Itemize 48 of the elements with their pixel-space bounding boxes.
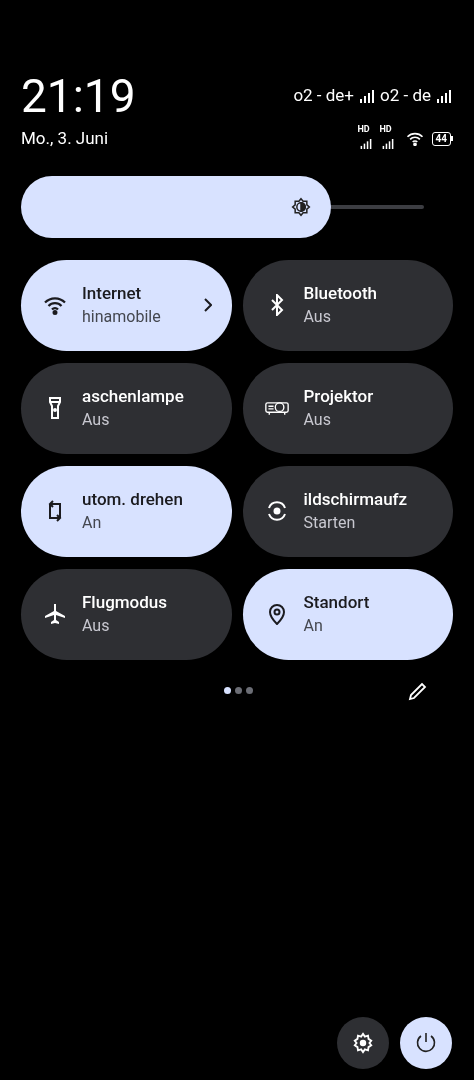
- tile-label: ildschirmaufz: [303, 488, 409, 511]
- hd-label: HD: [379, 124, 392, 134]
- tile-label: Standort: [303, 591, 371, 614]
- signal-icon: [360, 89, 374, 103]
- tile-label: Bluetooth: [303, 282, 378, 305]
- tile-status: An: [303, 615, 324, 637]
- tile-label: Projektor: [303, 385, 375, 408]
- quick-settings-tile[interactable]: Flugmodus Aus: [21, 568, 232, 660]
- brightness-icon: [291, 196, 312, 217]
- date-text: Mo., 3. Juni: [21, 127, 109, 150]
- tile-status: Aus: [303, 409, 332, 431]
- edit-icon[interactable]: [408, 680, 428, 701]
- quick-settings-tile[interactable]: aschenlampe Aus: [21, 362, 232, 454]
- quick-settings-tile[interactable]: utom. drehen An: [21, 465, 232, 557]
- tile-label: utom. drehen: [82, 488, 184, 511]
- power-icon: [414, 1031, 438, 1055]
- tile-label: aschenlampe: [82, 385, 185, 408]
- quick-settings-tile[interactable]: ildschirmaufz Starten: [242, 465, 453, 557]
- quick-settings-tile[interactable]: Bluetooth Aus: [242, 259, 453, 351]
- carrier-name: o2 - de: [380, 84, 431, 108]
- wifi-icon: [405, 131, 424, 146]
- quick-settings-tile[interactable]: Internet hinamobile: [21, 259, 232, 351]
- hd-label: HD: [357, 124, 370, 134]
- quick-settings-tile[interactable]: Projektor Aus: [242, 362, 453, 454]
- brightness-slider[interactable]: [21, 175, 424, 238]
- location-pin-icon: [267, 603, 286, 625]
- signal-icon: [359, 138, 372, 149]
- flashlight-icon: [49, 397, 61, 419]
- bluetooth-icon: [269, 294, 284, 316]
- rotate-icon: [47, 499, 63, 523]
- wifi-icon: [43, 295, 67, 315]
- tile-label: Internet: [82, 282, 143, 305]
- tile-status: Aus: [82, 409, 111, 431]
- signal-icon: [437, 89, 451, 103]
- tile-status: Starten: [303, 512, 357, 534]
- tile-status: Aus: [82, 615, 111, 637]
- power-button[interactable]: [400, 1017, 452, 1069]
- airplane-icon: [43, 602, 67, 626]
- tile-label: Flugmodus: [82, 591, 169, 614]
- tile-status: hinamobile: [82, 306, 162, 328]
- carrier-name: o2 - de+: [293, 84, 354, 108]
- tile-status: An: [82, 512, 103, 534]
- tile-status: Aus: [303, 306, 332, 328]
- quick-settings-tile[interactable]: Standort An: [242, 568, 453, 660]
- settings-button[interactable]: [337, 1017, 389, 1069]
- clock-time: 21:19: [21, 70, 136, 122]
- settings-icon: [352, 1032, 374, 1054]
- signal-icon: [381, 138, 394, 149]
